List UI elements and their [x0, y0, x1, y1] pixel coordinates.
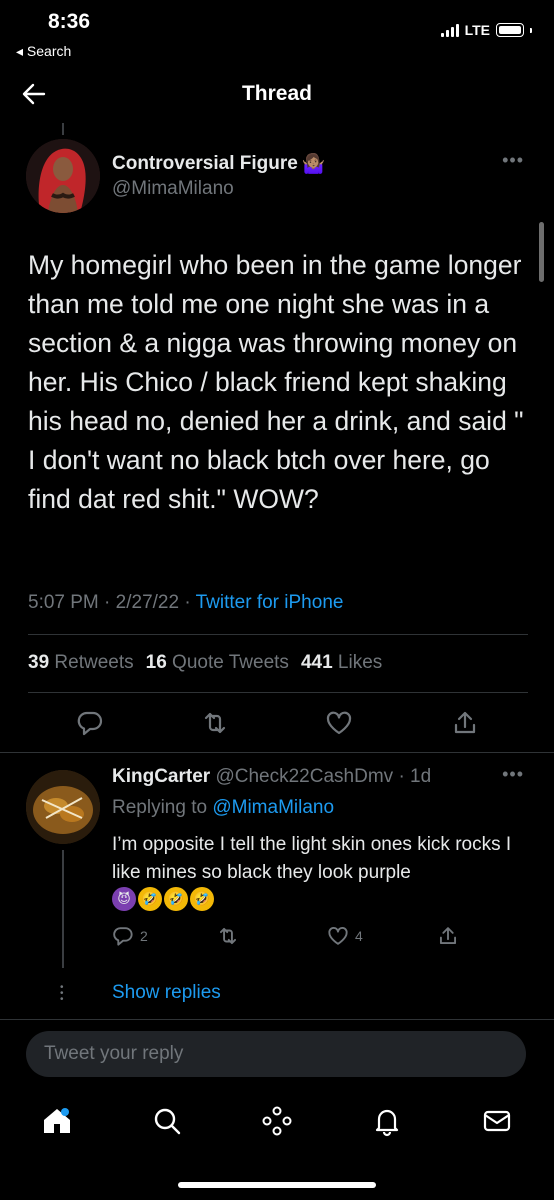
- emoji: 😈: [112, 887, 136, 911]
- retweet-button[interactable]: [217, 925, 239, 947]
- retweets-count: 39: [28, 652, 50, 673]
- replying-to-link[interactable]: @MimaMilano: [212, 797, 334, 818]
- quotes-count: 16: [145, 652, 167, 673]
- reply-composer[interactable]: [26, 1031, 526, 1077]
- replying-to: Replying to @MimaMilano: [112, 797, 334, 819]
- divider: [28, 634, 528, 635]
- likes-stat[interactable]: 441 Likes: [301, 652, 382, 674]
- emoji: 🤣: [138, 887, 162, 911]
- emoji-row: 😈 🤣 🤣 🤣: [112, 887, 214, 911]
- status-indicators: LTE: [440, 22, 532, 38]
- reply-input[interactable]: [26, 1031, 526, 1077]
- tweet-text: My homegirl who been in the game longer …: [28, 250, 524, 514]
- like-icon: [328, 927, 348, 945]
- tweet-meta: 5:07 PM · 2/27/22 · Twitter for iPhone: [28, 592, 343, 614]
- like-button[interactable]: 4: [327, 925, 363, 947]
- spaces-icon[interactable]: [261, 1105, 293, 1137]
- home-indicator[interactable]: [178, 1182, 376, 1188]
- retweet-icon[interactable]: [201, 709, 229, 737]
- signal-icon: [440, 23, 459, 37]
- tweet-stats: 39 Retweets 16 Quote Tweets 441 Likes: [28, 652, 382, 674]
- emoji: 🤣: [190, 887, 214, 911]
- search-icon[interactable]: [151, 1105, 183, 1137]
- share-icon[interactable]: [451, 709, 479, 737]
- battery-icon: [496, 23, 524, 37]
- quotes-label: Quote Tweets: [172, 652, 289, 673]
- bell-icon[interactable]: [371, 1105, 403, 1137]
- more-options-icon[interactable]: •••: [502, 764, 524, 785]
- author-name[interactable]: Controversial Figure 🤷🏽‍♀️: [112, 152, 326, 176]
- reply-author-handle[interactable]: @Check22CashDmv: [215, 766, 393, 787]
- retweets-label: Retweets: [54, 652, 134, 673]
- share-icon: [439, 927, 457, 945]
- reply-age: 1d: [410, 766, 432, 787]
- tweet-source-link[interactable]: Twitter for iPhone: [196, 592, 344, 613]
- thread-connector: [62, 850, 64, 968]
- meta-separator: ·: [184, 592, 191, 613]
- retweet-icon: [219, 927, 237, 945]
- like-icon[interactable]: [325, 709, 353, 737]
- emoji: 🤣: [164, 887, 188, 911]
- status-time: 8:36: [48, 10, 91, 33]
- thread-dots: • • •: [60, 982, 64, 1005]
- meta-separator: ·: [104, 592, 111, 613]
- reply-icon[interactable]: [76, 709, 104, 737]
- author-emoji: 🤷🏽‍♀️: [301, 154, 326, 175]
- tweet-date: 2/27/22: [115, 592, 180, 613]
- network-label: LTE: [464, 22, 490, 38]
- author-handle[interactable]: @MimaMilano: [112, 178, 234, 200]
- like-count: 4: [355, 928, 363, 944]
- reply-text: I’m opposite I tell the light skin ones …: [112, 834, 512, 883]
- author-name-text: Controversial Figure: [112, 153, 298, 174]
- scrollbar[interactable]: [539, 222, 544, 282]
- back-to-search-link[interactable]: ◂ Search: [16, 43, 71, 60]
- page-title: Thread: [241, 82, 312, 105]
- reply-button[interactable]: 2: [112, 925, 148, 947]
- reply-author-name[interactable]: KingCarter: [112, 766, 210, 787]
- more-options-icon[interactable]: •••: [502, 150, 524, 171]
- retweets-stat[interactable]: 39 Retweets: [28, 652, 134, 674]
- likes-label: Likes: [337, 652, 383, 673]
- tweet-time: 5:07 PM: [28, 592, 99, 613]
- battery-nub: [530, 27, 532, 33]
- share-button[interactable]: [437, 925, 459, 947]
- reply-count: 2: [140, 928, 148, 944]
- likes-count: 441: [300, 652, 333, 673]
- show-replies-link[interactable]: Show replies: [112, 982, 221, 1004]
- thread-connector: [62, 123, 64, 135]
- reply-icon: [113, 927, 133, 946]
- reply-header: KingCarter @Check22CashDmv · 1d: [112, 766, 431, 788]
- meta-separator: ·: [398, 766, 405, 787]
- divider: [0, 1019, 554, 1020]
- quotes-stat[interactable]: 16 Quote Tweets: [146, 652, 289, 674]
- replying-prefix: Replying to: [112, 797, 208, 818]
- avatar[interactable]: [26, 139, 100, 213]
- divider: [0, 752, 554, 753]
- avatar[interactable]: [26, 770, 100, 844]
- home-icon[interactable]: [41, 1105, 73, 1137]
- mail-icon[interactable]: [481, 1105, 513, 1137]
- divider: [28, 692, 528, 693]
